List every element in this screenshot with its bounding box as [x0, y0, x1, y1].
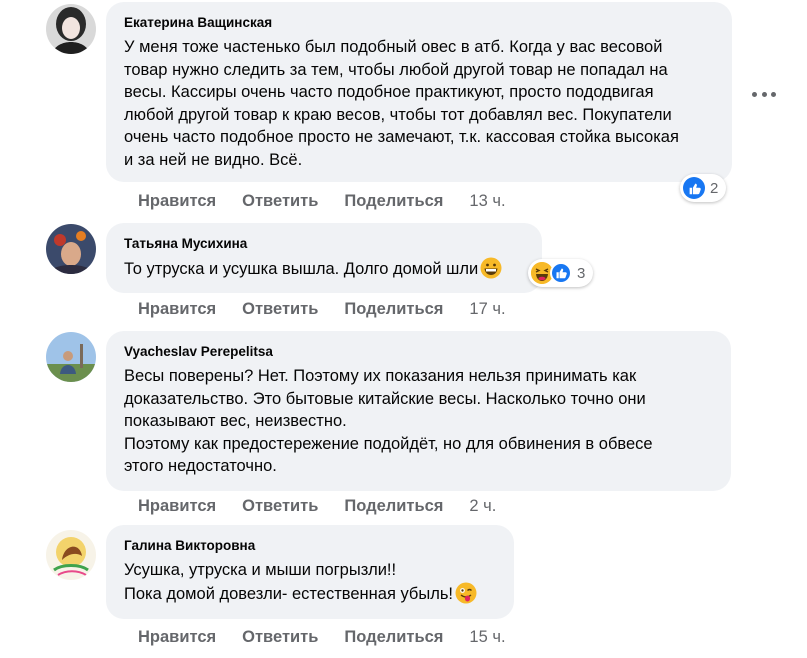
timestamp[interactable]: 13 ч.	[469, 192, 505, 211]
comment-text-line: показывают вес, неизвестно.	[124, 412, 347, 430]
reply-button[interactable]: Ответить	[242, 192, 318, 211]
avatar[interactable]	[46, 4, 96, 54]
comment-author[interactable]: Татьяна Мусихина	[124, 235, 524, 253]
comment-actions: Нравится Ответить Поделиться 17 ч.	[138, 299, 506, 319]
grinning-face-emoji	[480, 257, 502, 286]
share-button[interactable]: Поделиться	[344, 497, 443, 516]
comment-author[interactable]: Екатерина Ващинская	[124, 14, 714, 32]
comment-text-line: Весы поверены? Нет. Поэтому их показания…	[124, 367, 637, 385]
comment-text: То утруска и усушка вышла. Долго домой ш…	[124, 260, 479, 278]
reactions-count: 2	[710, 179, 719, 197]
share-button[interactable]: Поделиться	[344, 300, 443, 319]
reply-button[interactable]: Ответить	[242, 497, 318, 516]
comment-bubble: Екатерина Ващинская У меня тоже частеньк…	[106, 2, 732, 182]
reply-button[interactable]: Ответить	[242, 628, 318, 647]
timestamp[interactable]: 15 ч.	[469, 628, 505, 647]
like-icon	[550, 262, 572, 284]
comment-author[interactable]: Галина Викторовна	[124, 537, 496, 555]
comment-text: Пока домой довезли- естественная убыль!	[124, 584, 454, 603]
comment-bubble: Татьяна Мусихина То утруска и усушка выш…	[106, 223, 542, 293]
comment-text-line: любой другой товар к краю весов, чтобы т…	[124, 105, 672, 124]
comment-text-line: Пока домой довезли- естественная убыль!	[124, 582, 496, 611]
winking-tongue-emoji	[455, 582, 477, 611]
like-button[interactable]: Нравится	[138, 497, 216, 516]
comment-actions: Нравится Ответить Поделиться 2 ч.	[138, 496, 496, 516]
comment-actions: Нравится Ответить Поделиться 13 ч.	[138, 191, 506, 211]
share-button[interactable]: Поделиться	[344, 192, 443, 211]
avatar[interactable]	[46, 332, 96, 382]
comment-text-line: Усушка, утруска и мыши погрызли!!	[124, 561, 397, 579]
comment-text-line: и за ней не видно. Всё.	[124, 150, 303, 169]
comment-text-line: доказательство. Это бытовые китайские ве…	[124, 389, 646, 408]
comment-author[interactable]: Vyacheslav Perepelitsa	[124, 343, 713, 361]
comment-bubble: Vyacheslav Perepelitsa Весы поверены? Не…	[106, 331, 731, 491]
timestamp[interactable]: 17 ч.	[469, 300, 505, 319]
more-options-icon[interactable]	[752, 88, 776, 100]
comment-actions: Нравится Ответить Поделиться 15 ч.	[138, 627, 506, 647]
comment-text-line: Поэтому как предостережение подойдёт, но…	[124, 434, 653, 453]
comment-text-line: У меня тоже частенько был подобный овес …	[124, 38, 663, 56]
reply-button[interactable]: Ответить	[242, 300, 318, 319]
avatar[interactable]	[46, 224, 96, 274]
comment-text-line: этого недостаточно.	[124, 457, 277, 475]
reactions-count: 3	[577, 264, 586, 282]
avatar[interactable]	[46, 530, 96, 580]
like-button[interactable]: Нравится	[138, 628, 216, 647]
share-button[interactable]: Поделиться	[344, 628, 443, 647]
comment-text-line: товар нужно следить за тем, чтобы любой …	[124, 60, 668, 79]
reactions-summary[interactable]: 2	[680, 174, 727, 202]
like-icon	[683, 177, 705, 199]
like-button[interactable]: Нравится	[138, 192, 216, 211]
comment-text-line: То утруска и усушка вышла. Долго домой ш…	[124, 257, 524, 286]
timestamp[interactable]: 2 ч.	[469, 497, 496, 516]
comment-text-line: весы. Кассиры очень часто подобное практ…	[124, 83, 654, 101]
like-button[interactable]: Нравится	[138, 300, 216, 319]
reactions-summary[interactable]: 3	[528, 259, 594, 287]
comments-feed: Екатерина Ващинская У меня тоже частеньк…	[0, 0, 807, 658]
comment-text-line: очень часто подобное просто не замечают,…	[124, 128, 679, 146]
comment-bubble: Галина Викторовна Усушка, утруска и мыши…	[106, 525, 514, 619]
